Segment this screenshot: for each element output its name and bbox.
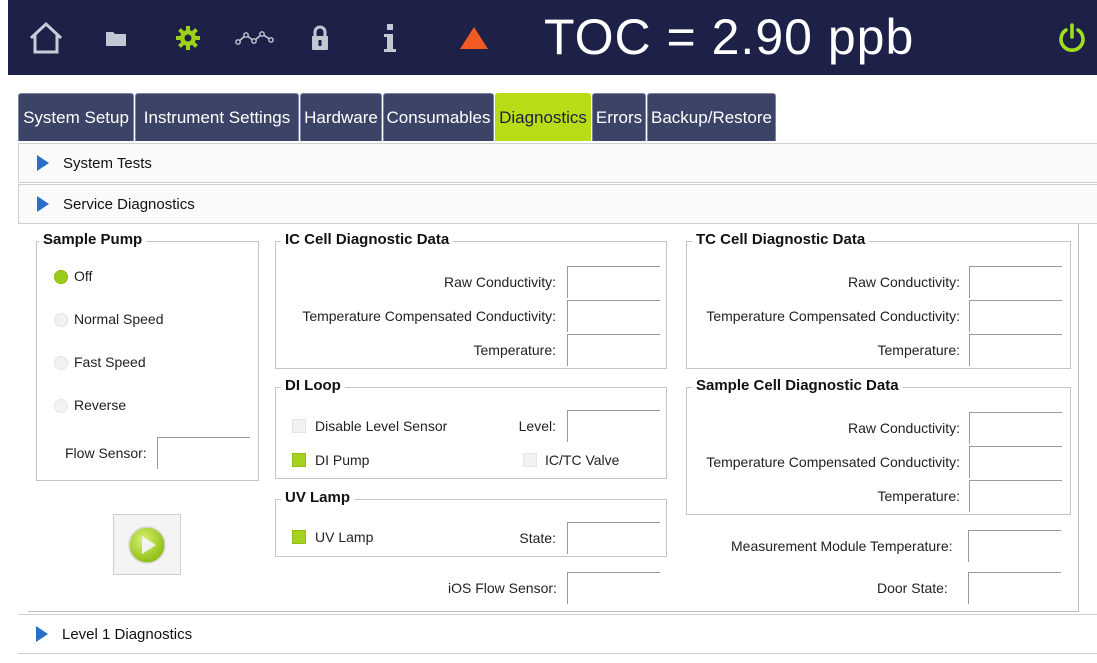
radio-reverse[interactable] [54,399,68,413]
system-tests-header[interactable]: System Tests [18,143,1097,183]
uv-lamp-label: UV Lamp [315,529,374,545]
tab-hardware[interactable]: Hardware [300,93,382,141]
sample-tcc-field [969,446,1062,478]
di-pump-checkbox[interactable] [292,453,306,467]
level1-diagnostics-header[interactable]: Level 1 Diagnostics [18,614,1097,654]
radio-off-label: Off [74,268,93,284]
gear-icon[interactable] [171,0,205,75]
ictc-valve-label: IC/TC Valve [545,452,620,468]
flow-sensor-field [157,437,250,469]
sample-pump-title: Sample Pump [39,231,147,248]
expand-arrow-icon [37,196,49,212]
tab-consumables[interactable]: Consumables [383,93,494,141]
di-loop-group: DI Loop Disable Level Sensor Level: DI P… [275,377,667,479]
ic-tcc-field [567,300,660,332]
tc-raw-label: Raw Conductivity: [847,274,960,290]
sample-cell-group: Sample Cell Diagnostic Data Raw Conducti… [686,377,1071,515]
tc-temp-field [969,334,1062,366]
ictc-valve-checkbox[interactable] [523,453,537,467]
mm-temp-label: Measurement Module Temperature: [731,538,953,554]
start-button[interactable] [113,514,181,575]
radio-fast-speed[interactable] [54,356,68,370]
di-pump-label: DI Pump [315,452,370,468]
tab-backup-restore[interactable]: Backup/Restore [647,93,776,141]
ios-flow-sensor-label: iOS Flow Sensor: [448,580,557,596]
radio-normal-speed-label: Normal Speed [74,311,164,327]
tab-errors[interactable]: Errors [592,93,646,141]
ic-raw-field [567,266,660,298]
di-loop-title: DI Loop [281,377,345,394]
sample-pump-group: Sample Pump Off Normal Speed Fast Speed … [36,231,259,481]
tc-temp-label: Temperature: [877,342,960,358]
mm-temp-field [968,530,1061,562]
ios-flow-sensor-field [567,572,660,604]
tab-system-setup[interactable]: System Setup [18,93,134,141]
flow-sensor-label: Flow Sensor: [65,445,147,461]
ic-temp-field [567,334,660,366]
radio-normal-speed[interactable] [54,313,68,327]
service-diagnostics-panel: Sample Pump Off Normal Speed Fast Speed … [28,224,1079,612]
tc-raw-field [969,266,1062,298]
ic-cell-title: IC Cell Diagnostic Data [281,231,454,248]
ic-tcc-label: Temperature Compensated Conductivity: [302,308,556,324]
sample-raw-label: Raw Conductivity: [847,420,960,436]
sample-raw-field [969,412,1062,444]
ic-raw-label: Raw Conductivity: [443,274,556,290]
expand-arrow-icon [36,626,48,642]
level1-diagnostics-label: Level 1 Diagnostics [62,625,193,643]
level-field [567,410,660,442]
tab-bar: System Setup Instrument Settings Hardwar… [18,93,777,141]
tab-instrument-settings[interactable]: Instrument Settings [135,93,299,141]
uv-state-label: State: [519,530,556,546]
tc-cell-group: TC Cell Diagnostic Data Raw Conductivity… [686,231,1071,369]
warning-icon[interactable] [457,0,491,75]
level-label: Level: [518,418,556,434]
disable-level-sensor-label: Disable Level Sensor [315,418,448,434]
folder-icon[interactable] [102,0,130,75]
system-tests-label: System Tests [63,154,152,172]
door-state-field [968,572,1061,604]
tc-cell-title: TC Cell Diagnostic Data [692,231,870,248]
tab-diagnostics[interactable]: Diagnostics [495,93,591,141]
top-bar: TOC = 2.90 ppb [8,0,1097,75]
sample-temp-label: Temperature: [877,488,960,504]
home-icon[interactable] [26,0,66,75]
ic-temp-label: Temperature: [473,342,556,358]
lock-icon[interactable] [308,0,332,75]
trend-icon[interactable] [233,0,277,75]
uv-state-field [567,522,660,554]
door-state-label: Door State: [877,580,948,596]
uv-lamp-checkbox[interactable] [292,530,306,544]
radio-reverse-label: Reverse [74,397,127,413]
info-icon[interactable] [380,0,400,75]
sample-cell-title: Sample Cell Diagnostic Data [692,377,903,394]
radio-fast-speed-label: Fast Speed [74,354,146,370]
service-diagnostics-label: Service Diagnostics [63,195,195,213]
uv-lamp-group: UV Lamp UV Lamp State: [275,489,667,557]
disable-level-sensor-checkbox[interactable] [292,419,306,433]
tc-tcc-label: Temperature Compensated Conductivity: [706,308,960,324]
power-icon[interactable] [1052,0,1092,75]
expand-arrow-icon [37,155,49,171]
tc-tcc-field [969,300,1062,332]
sample-tcc-label: Temperature Compensated Conductivity: [706,454,960,470]
ic-cell-group: IC Cell Diagnostic Data Raw Conductivity… [275,231,667,369]
service-diagnostics-header[interactable]: Service Diagnostics [18,184,1097,224]
toc-readout: TOC = 2.90 ppb [544,9,915,65]
sample-temp-field [969,480,1062,512]
play-icon [128,525,166,564]
radio-off[interactable] [54,270,68,284]
uv-lamp-title: UV Lamp [281,489,355,506]
